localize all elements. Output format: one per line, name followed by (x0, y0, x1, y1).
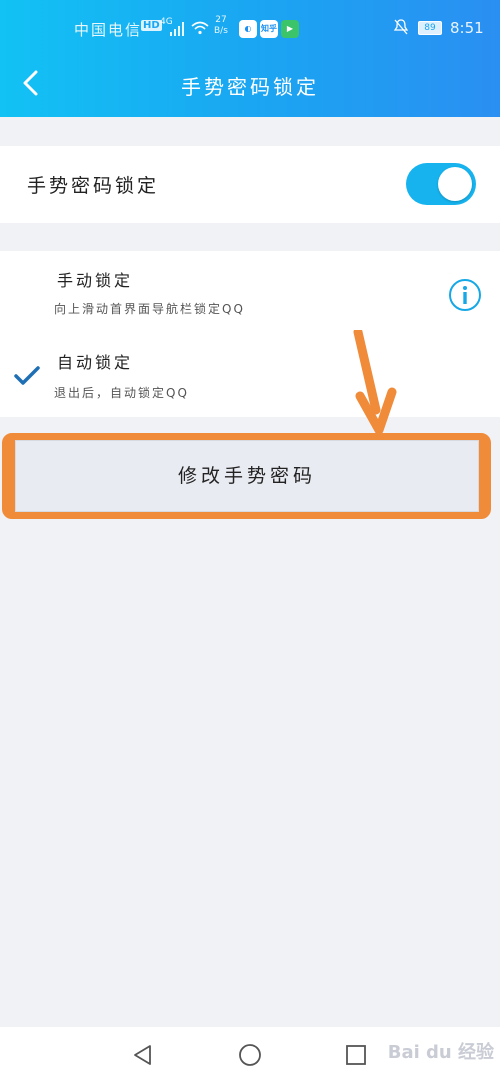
speed-value: 27 (215, 15, 227, 25)
option-desc: 退出后，自动锁定QQ (54, 386, 189, 400)
gesture-lock-label: 手势密码锁定 (27, 175, 160, 197)
option-title: 手动锁定 (57, 271, 134, 290)
nav-back-icon[interactable] (132, 1044, 154, 1070)
page-title: 手势密码锁定 (181, 75, 319, 99)
lock-options: 手动锁定 向上滑动首界面导航栏锁定QQ 自动锁定 退出后，自动锁定QQ (0, 251, 500, 417)
option-auto-lock[interactable]: 自动锁定 退出后，自动锁定QQ (0, 334, 500, 417)
annotation-arrow-icon (353, 330, 397, 434)
info-icon[interactable] (448, 278, 482, 312)
nav-recents-icon[interactable] (345, 1044, 367, 1070)
modify-gesture-password-button[interactable]: 修改手势密码 (15, 440, 479, 512)
hd-badge: HD (141, 20, 162, 31)
network-speed: 27 B/s (214, 15, 228, 37)
signal-icon (170, 22, 186, 36)
app-header: 中国电信 HD 4G 27 B/s ◐ 知乎 ▶ 89 8:51 手势密码锁定 (0, 0, 500, 117)
zhihu-icon: 知乎 (260, 20, 278, 38)
status-bar: 中国电信 HD 4G 27 B/s ◐ 知乎 ▶ 89 8:51 (0, 0, 500, 58)
option-title: 自动锁定 (57, 353, 134, 372)
mute-bell-icon (393, 19, 409, 39)
toggle-knob (438, 167, 472, 201)
carrier-label: 中国电信 (74, 21, 143, 39)
watermark: Bai du 经验 (387, 1042, 494, 1063)
speed-unit: B/s (214, 26, 228, 36)
app-notification-icon: ◐ (239, 20, 257, 38)
battery-icon: 89 (418, 21, 442, 35)
clock: 8:51 (450, 19, 484, 37)
option-desc: 向上滑动首界面导航栏锁定QQ (54, 302, 245, 316)
checkmark-icon (13, 364, 41, 388)
video-app-icon: ▶ (281, 20, 299, 38)
gesture-lock-toggle[interactable] (406, 163, 476, 205)
nav-home-icon[interactable] (238, 1043, 262, 1071)
option-manual-lock[interactable]: 手动锁定 向上滑动首界面导航栏锁定QQ (0, 251, 500, 334)
wifi-icon (191, 20, 209, 39)
